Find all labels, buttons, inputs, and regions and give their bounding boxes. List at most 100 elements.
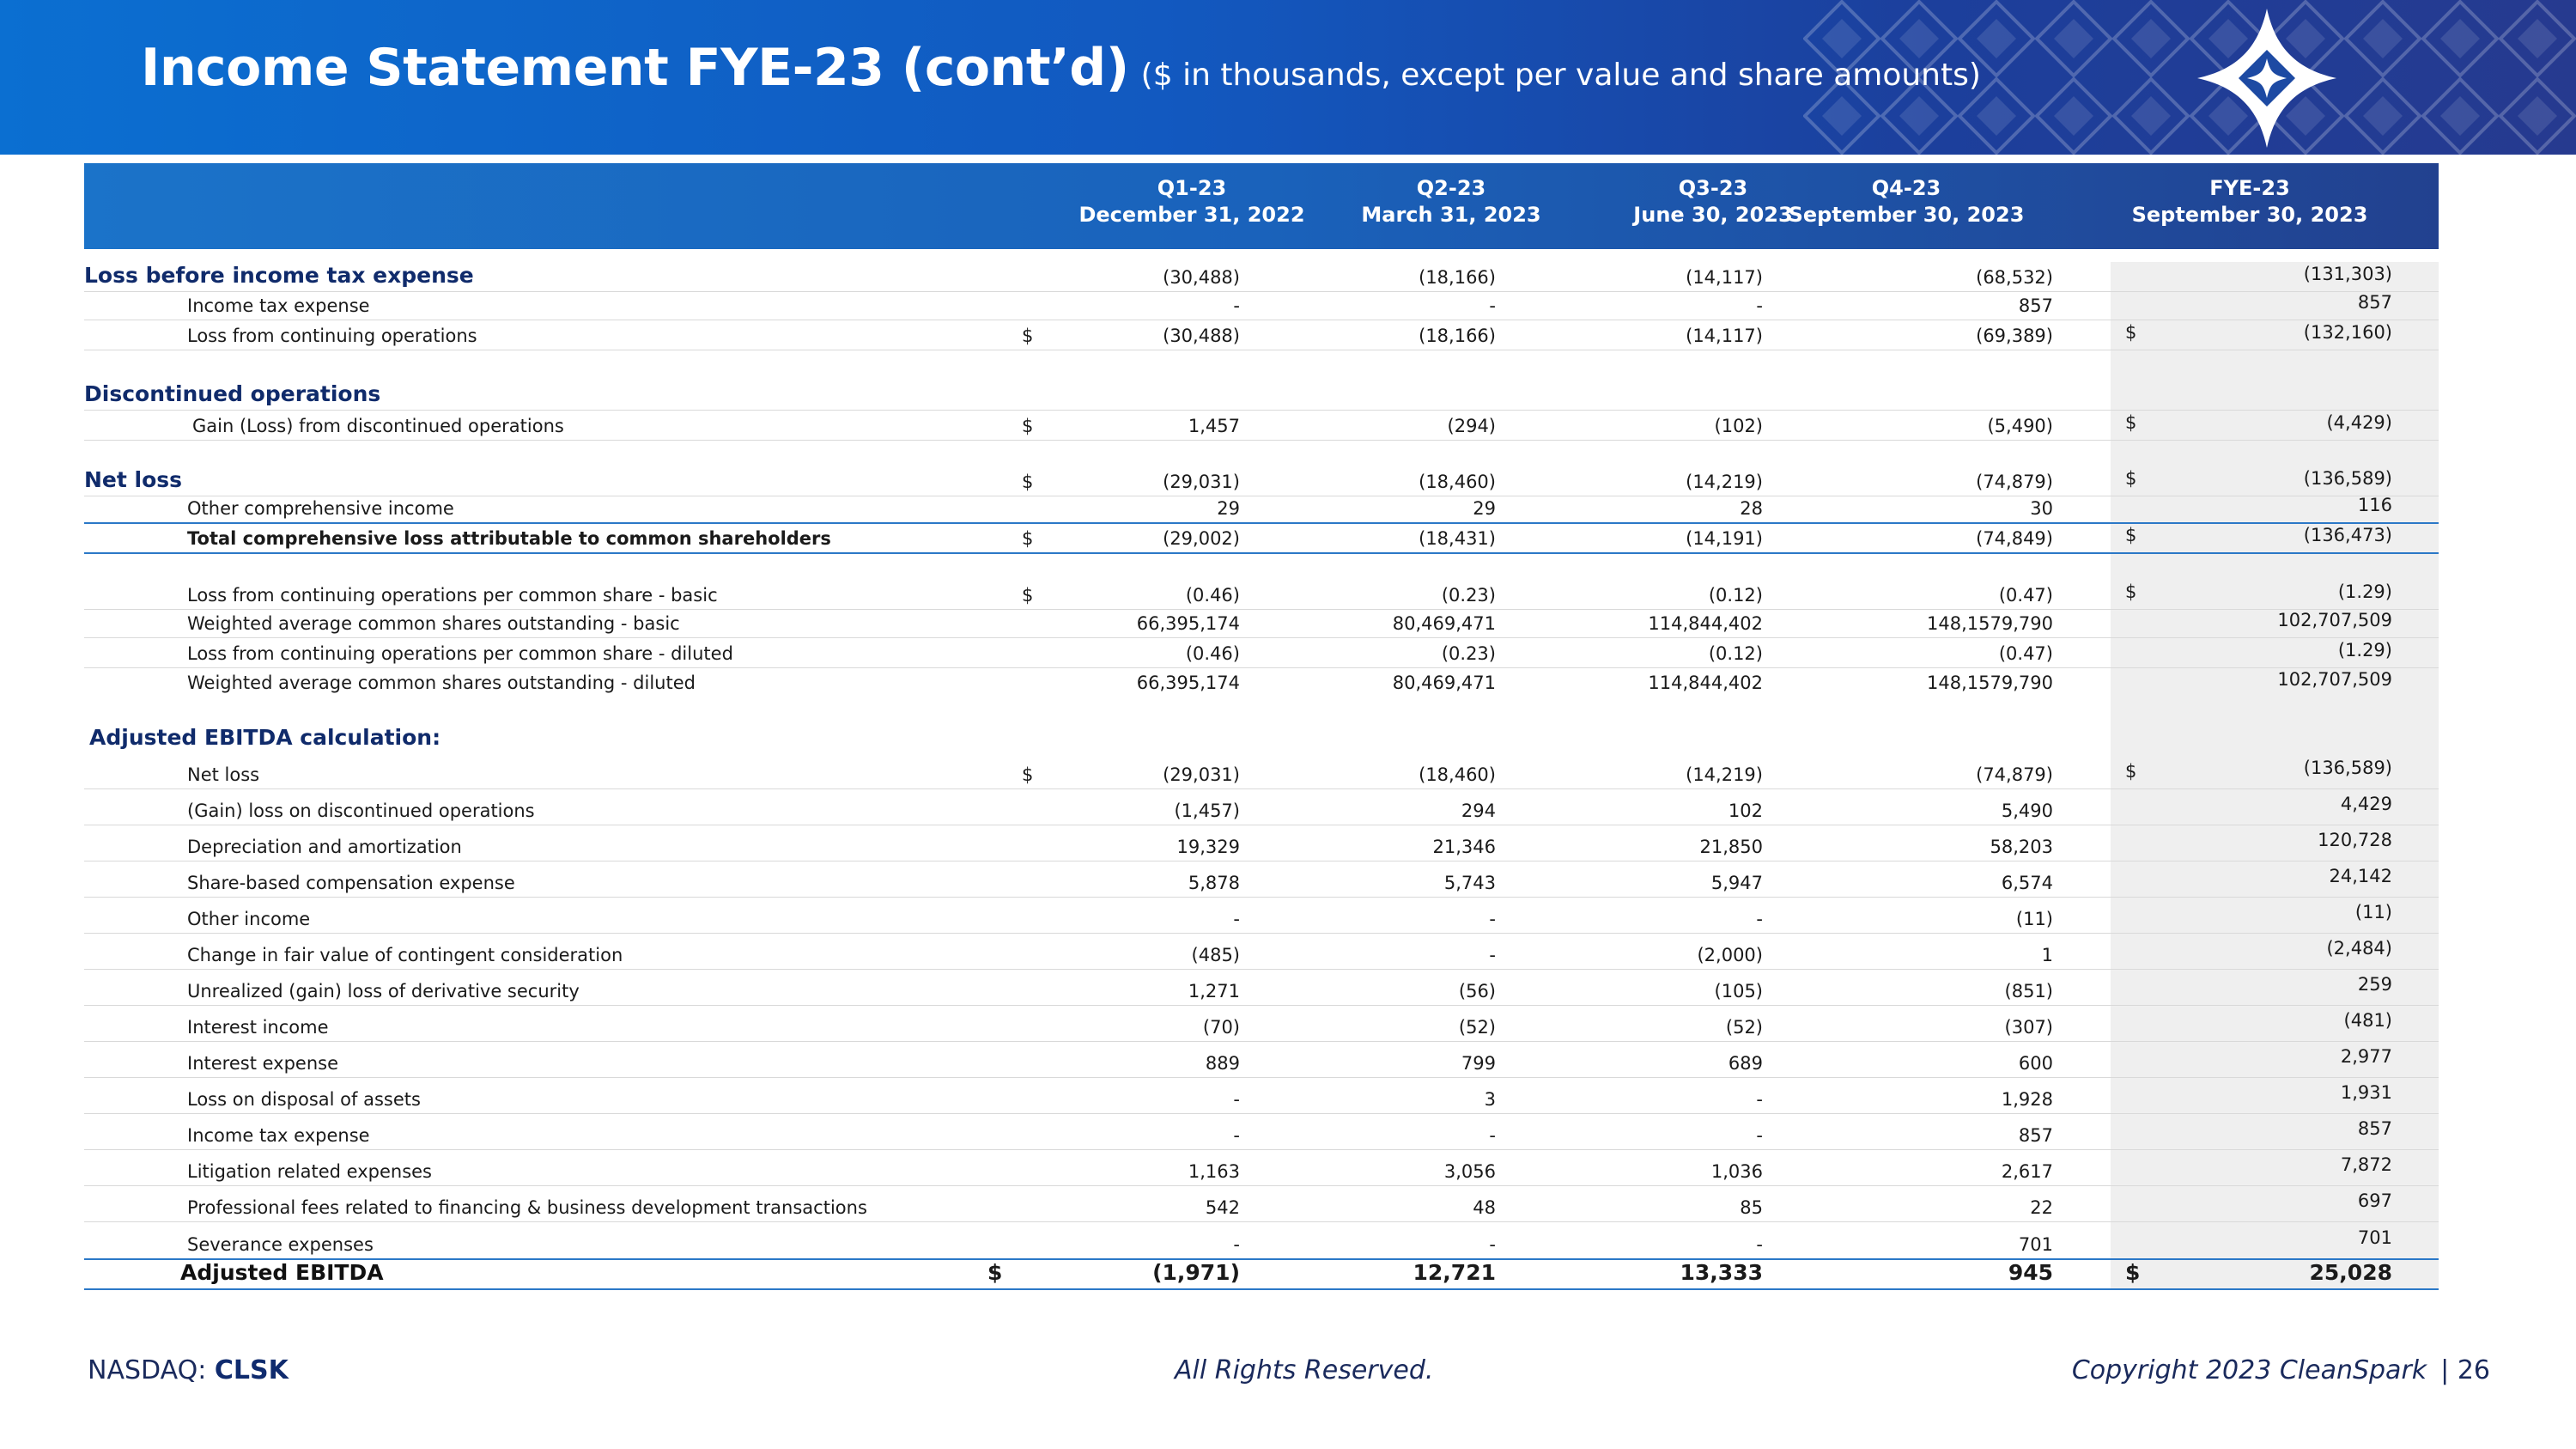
currency-symbol-fye: $ (2125, 322, 2137, 343)
cell-value: (481) (2343, 1010, 2392, 1031)
table-row: Share-based compensation expense 5,878 5,7… (84, 861, 2439, 898)
cell-value: - (1233, 1234, 1240, 1255)
cell-value: 85 (1740, 1197, 1763, 1218)
cell-value: (18,166) (1419, 267, 1496, 288)
column-header-fye: FYE-23 September 30, 2023 (2131, 176, 2368, 227)
cell-value: 701 (2018, 1234, 2053, 1255)
cell-value: 22 (2030, 1197, 2053, 1218)
cell-value: 13,333 (1680, 1260, 1763, 1285)
cell-value: - (1756, 1125, 1763, 1146)
row-label: Discontinued operations (84, 381, 381, 406)
exchange-label: NASDAQ: (88, 1355, 207, 1385)
cleanspark-star-logo-icon (2197, 9, 2336, 148)
row-label: Income tax expense (187, 1125, 370, 1146)
cell-value: (30,488) (1163, 267, 1240, 288)
cell-value: 799 (1461, 1053, 1496, 1074)
cell-value: 66,395,174 (1136, 673, 1240, 693)
cell-value: 857 (2018, 295, 2053, 316)
table-row: Net loss $ $ (29,031) (18,460) (14,219) (74,87… (84, 466, 2439, 496)
cell-value: 116 (2357, 495, 2392, 515)
table-row: Weighted average common shares outstandi… (84, 610, 2439, 638)
row-label: Interest income (187, 1017, 329, 1038)
cell-value: 48 (1473, 1197, 1496, 1218)
row-label: Loss from continuing operations per comm… (187, 585, 718, 606)
row-label: Net loss (84, 467, 183, 492)
cell-value: 3 (1484, 1089, 1496, 1110)
currency-symbol: $ (1022, 528, 1034, 549)
currency-symbol-fye: $ (2125, 525, 2137, 545)
currency-symbol: $ (1022, 764, 1034, 785)
table-row: Adjusted EBITDA calculation: (84, 717, 2439, 753)
row-label: Adjusted EBITDA (180, 1260, 384, 1285)
table-row: Unrealized (gain) loss of derivative sec… (84, 970, 2439, 1006)
cell-value: (105) (1714, 981, 1763, 1002)
cell-value: (1.29) (2337, 581, 2392, 602)
table-row: Income tax expense - - - 857 857 (84, 292, 2439, 320)
cell-value: 102,707,509 (2277, 669, 2392, 690)
cell-value: 80,469,471 (1392, 613, 1496, 634)
cell-value: (132,160) (2303, 322, 2392, 343)
cell-value: 148,1579,790 (1927, 673, 2053, 693)
cell-value: 1 (2041, 945, 2053, 965)
cell-value: (102) (1714, 416, 1763, 436)
cell-value: 1,928 (2001, 1089, 2053, 1110)
cell-value: (2,484) (2326, 938, 2392, 959)
cell-value: 7,872 (2340, 1154, 2392, 1175)
table-row: Gain (Loss) from discontinued operations… (84, 411, 2439, 441)
cell-value: 701 (2357, 1227, 2392, 1248)
header-banner: Income Statement FYE-23 (cont’d) ($ in th… (0, 0, 2576, 155)
table-row: Loss on disposal of assets - 3 - 1,928 1,931 (84, 1078, 2439, 1114)
cell-value: 1,036 (1710, 1161, 1763, 1182)
table-row: Other income - - - (11) (11) (84, 898, 2439, 934)
cell-value: - (1489, 1125, 1496, 1146)
currency-symbol-fye: $ (2125, 468, 2137, 489)
cell-value: - (1233, 295, 1240, 316)
row-label: Change in fair value of contingent consi… (187, 945, 623, 965)
row-label: (Gain) loss on discontinued operations (187, 801, 535, 821)
table-row: Other comprehensive income 29 29 28 30 116 (84, 495, 2439, 524)
row-label: Other comprehensive income (187, 498, 454, 519)
cell-value: 29 (1473, 498, 1496, 519)
currency-symbol: $ (1022, 326, 1034, 346)
cell-value: 80,469,471 (1392, 673, 1496, 693)
row-label: Other income (187, 909, 311, 929)
cell-value: 1,457 (1188, 416, 1240, 436)
row-label: Adjusted EBITDA calculation: (89, 725, 441, 750)
cell-value: 2,617 (2001, 1161, 2053, 1182)
cell-value: (56) (1458, 981, 1496, 1002)
cell-value: (1.29) (2337, 640, 2392, 661)
cell-value: (52) (1725, 1017, 1763, 1038)
cell-value: 689 (1728, 1053, 1763, 1074)
cell-value: - (1756, 295, 1763, 316)
cell-value: (136,589) (2303, 758, 2392, 778)
cell-value: 2,977 (2340, 1046, 2392, 1067)
table-row: Change in fair value of contingent consi… (84, 934, 2439, 970)
cell-value: (14,219) (1686, 764, 1763, 785)
copyright-text: Copyright 2023 CleanSpark (2071, 1355, 2427, 1385)
currency-symbol-fye: $ (2125, 581, 2137, 602)
currency-symbol: $ (1022, 472, 1034, 492)
currency-symbol-fye: $ (2125, 1260, 2141, 1285)
cell-value: (18,431) (1419, 528, 1496, 549)
row-label: Net loss (187, 764, 260, 785)
row-label: Loss from continuing operations per comm… (187, 643, 733, 664)
cell-value: 697 (2357, 1190, 2392, 1211)
cell-value: (1,457) (1174, 801, 1240, 821)
footer-copyright: Copyright 2023 CleanSpark | 26 (2072, 1355, 2490, 1385)
cell-value: (74,879) (1976, 472, 2053, 492)
table-row: Litigation related expenses 1,163 3,056 1,0… (84, 1150, 2439, 1186)
cell-value: 259 (2357, 974, 2392, 995)
cell-value: (0.23) (1441, 643, 1496, 664)
row-label: Share-based compensation expense (187, 873, 515, 893)
currency-symbol: $ (1022, 416, 1034, 436)
row-label: Total comprehensive loss attributable to… (187, 528, 831, 549)
cell-value: - (1489, 1234, 1496, 1255)
cell-value: (74,879) (1976, 764, 2053, 785)
cell-value: (74,849) (1976, 528, 2053, 549)
cell-value: 294 (1461, 801, 1496, 821)
row-label: Interest expense (187, 1053, 338, 1074)
cell-value: 21,850 (1699, 837, 1763, 857)
cell-value: 5,947 (1710, 873, 1763, 893)
cell-value: (0.23) (1441, 585, 1496, 606)
cell-value: (11) (2015, 909, 2053, 929)
